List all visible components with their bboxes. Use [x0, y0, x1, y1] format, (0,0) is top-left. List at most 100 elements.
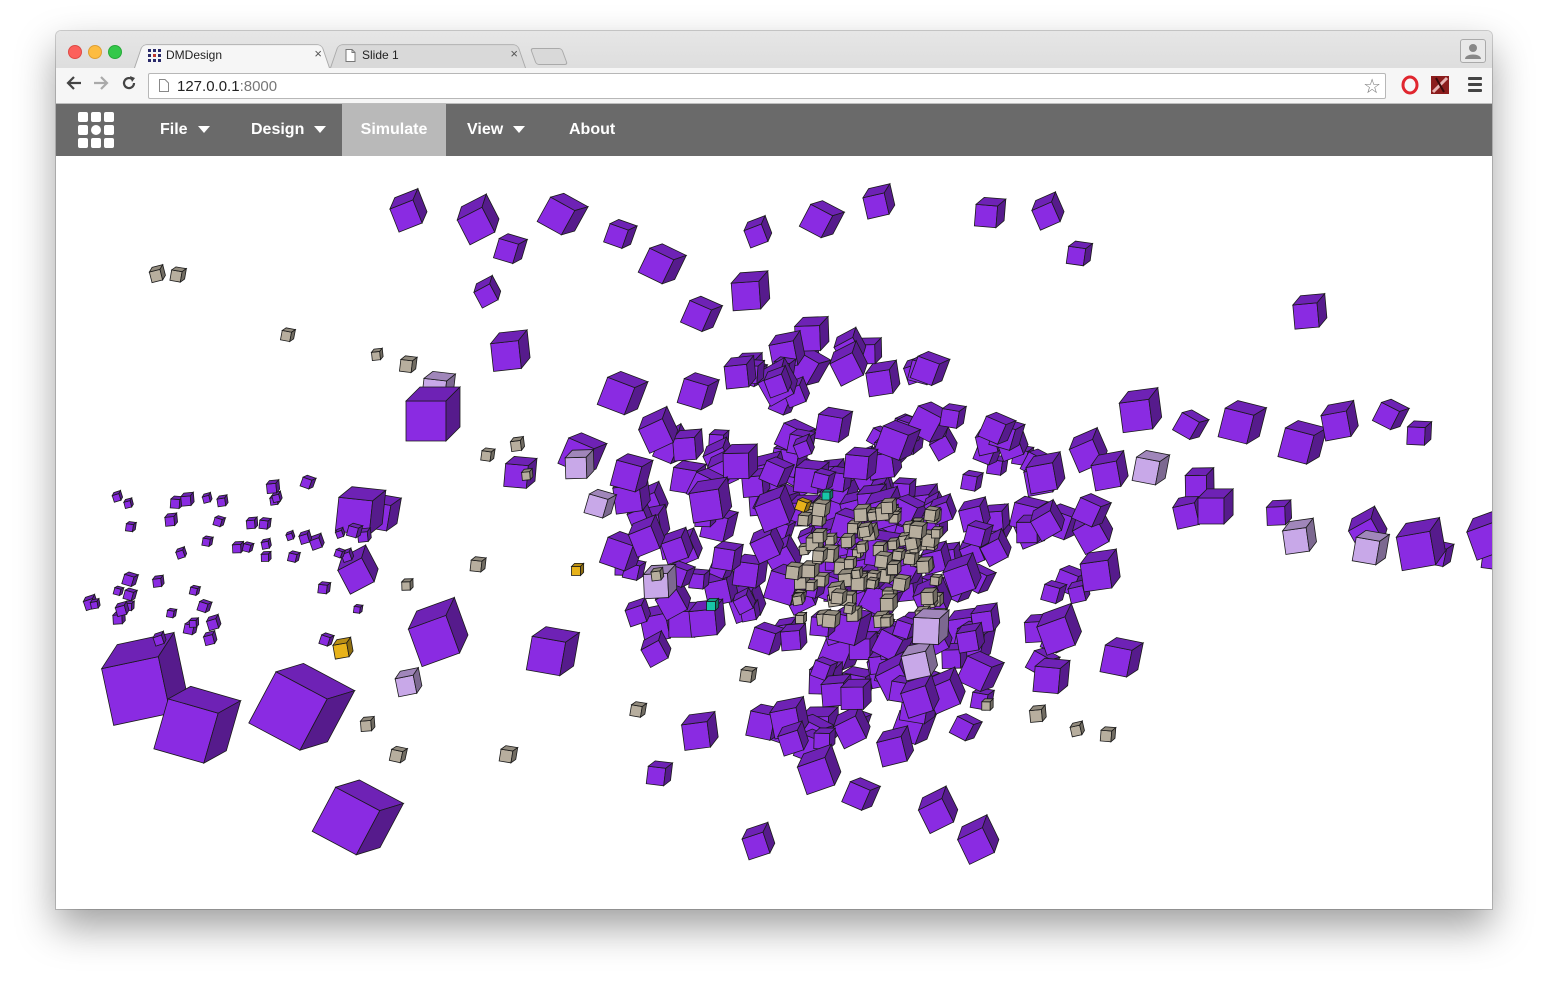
voxel-cube: [114, 600, 130, 618]
app-navbar: File Design Simulate View About: [56, 104, 1492, 156]
voxel-cube: [1265, 498, 1293, 526]
voxel-cube: [1371, 398, 1411, 431]
voxel-cube: [205, 613, 222, 632]
voxel-cube: [915, 555, 934, 574]
voxel-cube: [317, 581, 332, 595]
page-icon: [159, 79, 169, 92]
voxel-cube: [165, 607, 178, 619]
voxel-cube: [1069, 719, 1085, 738]
voxel-cube: [285, 529, 296, 542]
nav-label: View: [467, 121, 504, 138]
voxel-cube: [839, 678, 872, 711]
voxel-cube: [188, 584, 202, 597]
simulation-viewport[interactable]: [56, 156, 1492, 909]
nav-about-link[interactable]: About: [565, 104, 619, 156]
close-window-button[interactable]: [68, 45, 82, 59]
voxel-cube: [1065, 240, 1094, 267]
voxel-cube: [111, 489, 124, 503]
voxel-cube: [705, 597, 720, 612]
voxel-cube: [843, 601, 858, 615]
voxel-cube: [258, 517, 273, 531]
tab-title: Slide 1: [362, 48, 399, 62]
voxel-cube: [741, 821, 776, 861]
voxel-cube: [1291, 292, 1328, 330]
voxel-cube: [260, 550, 272, 563]
voxel-cube: [388, 745, 409, 764]
voxel-cube: [311, 779, 405, 856]
reload-icon[interactable]: [120, 74, 138, 96]
voxel-cube: [1406, 420, 1433, 447]
voxel-cube: [956, 813, 1000, 865]
voxel-cube: [151, 574, 165, 588]
nav-label: Simulate: [360, 121, 428, 138]
voxel-cube: [629, 701, 648, 719]
voxel-cube: [212, 515, 227, 528]
voxel-cube: [260, 537, 272, 550]
voxel-cube: [794, 611, 808, 625]
voxel-cube: [821, 488, 834, 501]
caret-down-icon: [197, 126, 210, 134]
profile-button[interactable]: [1460, 39, 1486, 63]
voxel-cube: [805, 579, 819, 592]
voxel-cube: [680, 710, 719, 751]
voxel-cube: [469, 556, 488, 573]
voxel-cube: [939, 403, 968, 430]
voxel-cube: [676, 372, 721, 411]
voxel-cube: [811, 546, 829, 563]
voxel-cube: [583, 488, 618, 519]
voxel-cube: [279, 327, 297, 343]
nav-file-menu[interactable]: File: [156, 104, 218, 156]
voxel-cube: [1197, 487, 1235, 525]
browser-window: DMDesign × Slide 1 × 127.0.0.1:8000 ☆ Fi…: [56, 31, 1492, 909]
address-bar[interactable]: 127.0.0.1:8000 ☆: [148, 73, 1386, 99]
nav-view-menu[interactable]: View: [463, 104, 533, 156]
voxel-cube: [231, 540, 245, 554]
voxel-cube: [536, 192, 590, 236]
voxel-cube: [400, 577, 414, 592]
voxel-cube: [1028, 703, 1047, 723]
voxel-cube: [811, 527, 828, 544]
dmdesign-logo-icon[interactable]: [78, 112, 114, 148]
extension-icon[interactable]: [1430, 75, 1450, 95]
voxel-cube: [1032, 657, 1071, 695]
voxel-cube: [879, 613, 895, 628]
back-arrow-icon[interactable]: [65, 74, 83, 96]
voxel-cube: [148, 263, 166, 284]
minimize-window-button[interactable]: [88, 45, 102, 59]
browser-menu-icon[interactable]: [1468, 77, 1482, 95]
url-host: 127.0.0.1: [177, 78, 240, 95]
voxel-cube: [722, 443, 759, 480]
voxel-cube: [1277, 420, 1328, 465]
nav-design-menu[interactable]: Design: [247, 104, 334, 156]
voxel-cube: [930, 525, 944, 540]
voxel-cube: [394, 666, 423, 698]
voxel-cube: [1079, 548, 1121, 593]
voxel-cube: [122, 496, 134, 510]
forward-arrow-icon[interactable]: [92, 74, 110, 96]
voxel-cube: [564, 448, 595, 480]
voxel-cube: [730, 269, 771, 312]
person-icon: [1465, 44, 1481, 59]
browser-titlebar: DMDesign × Slide 1 × 127.0.0.1:8000 ☆: [56, 31, 1492, 104]
maximize-window-button[interactable]: [108, 45, 122, 59]
voxel-cube: [179, 491, 195, 507]
voxel-cube: [332, 636, 354, 660]
tab-close-icon[interactable]: ×: [510, 46, 518, 61]
voxel-cube: [525, 626, 581, 677]
nav-simulate-menu[interactable]: Simulate: [342, 104, 446, 156]
url-text: 127.0.0.1:8000: [177, 78, 277, 95]
tab-slide-1[interactable]: Slide 1 ×: [330, 42, 526, 68]
voxel-cube: [405, 386, 461, 442]
tab-close-icon[interactable]: ×: [314, 46, 322, 61]
voxel-cube: [886, 536, 901, 551]
voxel-cube: [124, 521, 138, 533]
voxel-cube: [912, 608, 951, 646]
opera-extension-icon[interactable]: [1400, 75, 1420, 95]
new-tab-button[interactable]: [529, 48, 569, 65]
tab-dmdesign[interactable]: DMDesign ×: [134, 42, 330, 68]
voxel-cube: [840, 532, 856, 549]
bookmark-star-icon[interactable]: ☆: [1363, 74, 1381, 99]
voxel-scene[interactable]: [56, 156, 1492, 909]
voxel-cube: [248, 662, 356, 751]
voxel-cube: [202, 629, 218, 647]
